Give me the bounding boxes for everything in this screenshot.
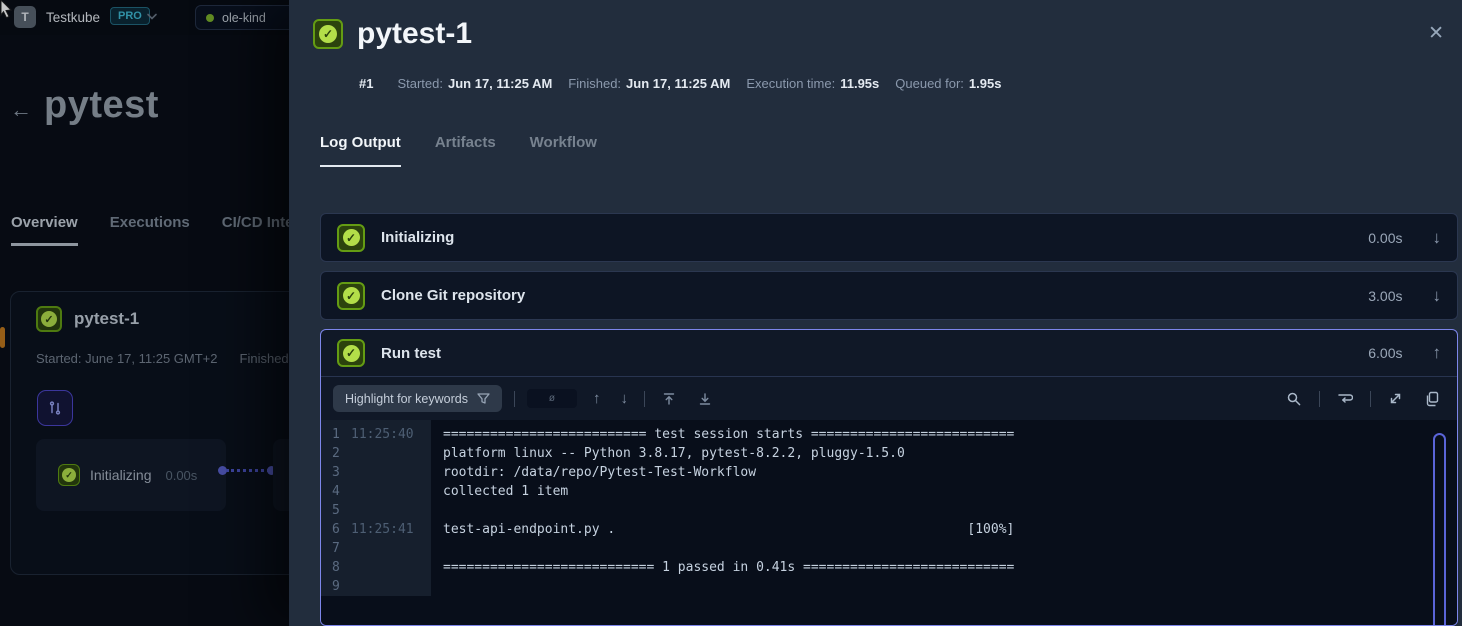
expand-arrow-icon[interactable]: ↓ [1433, 228, 1442, 248]
expand-arrow-icon[interactable]: ↓ [1433, 286, 1442, 306]
drawer-header: ✓ pytest-1 [313, 17, 472, 51]
tab-artifacts[interactable]: Artifacts [435, 134, 496, 167]
toolbar-divider [1319, 391, 1320, 407]
previous-match-button[interactable]: ↑ [589, 390, 605, 407]
scroll-to-bottom-icon [698, 392, 712, 406]
wrap-lines-button[interactable] [1332, 392, 1358, 406]
drawer-title: pytest-1 [357, 17, 472, 51]
close-icon[interactable]: ✕ [1428, 22, 1444, 45]
log-line: 3rootdir: /data/repo/Pytest-Test-Workflo… [321, 463, 1457, 482]
log-line: 4collected 1 item [321, 482, 1457, 501]
section-duration: 6.00s [1368, 345, 1402, 361]
card-started-text: Started: June 17, 11:25 GMT+2 [36, 351, 218, 366]
execution-card-meta: Started: June 17, 11:25 GMT+2 Finished: … [36, 351, 310, 366]
section-duration: 0.00s [1368, 230, 1402, 246]
log-toolbar: Highlight for keywords ø ↑ ↓ [321, 377, 1457, 420]
execution-drawer: ✓ pytest-1 ✕ #1 Started: Jun 17, 11:25 AM… [289, 0, 1462, 626]
finished-label: Finished: [568, 76, 621, 91]
section-duration: 3.00s [1368, 288, 1402, 304]
pro-badge: PRO [110, 7, 150, 25]
section-label: Initializing [381, 229, 1352, 246]
toolbar-divider [1370, 391, 1371, 407]
section-label: Run test [381, 345, 1352, 362]
log-line: 111:25:40========================== test… [321, 425, 1457, 444]
search-icon [1286, 391, 1302, 407]
tab-executions[interactable]: Executions [110, 214, 190, 246]
env-name: ole-kind [222, 11, 285, 25]
tab-overview[interactable]: Overview [11, 214, 78, 246]
passed-status-icon: ✓ [36, 306, 62, 332]
step-card-initializing[interactable]: ✓ Initializing 0.00s [36, 439, 226, 511]
expand-diagonal-icon [1388, 391, 1403, 406]
queued-for-label: Queued for: [895, 76, 964, 91]
env-status-dot-icon [206, 14, 214, 22]
log-line: 9 [321, 577, 1457, 596]
log-line: 611:25:41test-api-endpoint.py . [100%] [321, 520, 1457, 539]
section-initializing[interactable]: ✓ Initializing 0.00s ↓ [320, 213, 1458, 262]
execution-time-value: 11.95s [840, 76, 879, 91]
app-window: T Testkube PRO ole-kind ← pytest Overvie… [0, 0, 1462, 626]
page-title: pytest [44, 84, 159, 127]
step-label: Initializing [90, 467, 151, 483]
finished-value: Jun 17, 11:25 AM [626, 76, 730, 91]
started-value: Jun 17, 11:25 AM [448, 76, 552, 91]
testkube-logo: T [14, 6, 36, 28]
copy-logs-button[interactable] [1420, 391, 1445, 407]
scroll-to-top-icon [662, 392, 676, 406]
log-line: 2platform linux -- Python 3.8.17, pytest… [321, 444, 1457, 463]
highlight-keywords-button[interactable]: Highlight for keywords [333, 385, 502, 412]
step-duration: 0.00s [165, 468, 197, 483]
started-label: Started: [397, 76, 443, 91]
execution-card-header: ✓ pytest-1 [36, 306, 139, 332]
collapse-arrow-icon[interactable]: ↑ [1433, 343, 1442, 363]
search-match-count[interactable]: ø [527, 389, 577, 408]
log-line: 7 [321, 539, 1457, 558]
log-line: 5 [321, 501, 1457, 520]
scroll-to-top-button[interactable] [657, 392, 681, 406]
log-output-console[interactable]: 111:25:40========================== test… [321, 420, 1457, 626]
section-passed-icon: ✓ [337, 282, 365, 310]
section-run-test: ✓ Run test 6.00s ↑ Highlight for keyword… [320, 329, 1458, 626]
mouse-cursor-icon [0, 0, 16, 20]
toolbar-divider [644, 391, 645, 407]
wrap-text-icon [1337, 392, 1353, 406]
drawer-passed-status-icon: ✓ [313, 19, 343, 49]
section-label: Clone Git repository [381, 287, 1352, 304]
back-button[interactable]: ← [10, 97, 32, 123]
next-match-button[interactable]: ↓ [616, 390, 632, 407]
drawer-tabs: Log Output Artifacts Workflow [320, 134, 597, 167]
section-clone-git-repository[interactable]: ✓ Clone Git repository 3.00s ↓ [320, 271, 1458, 320]
git-compare-icon [47, 400, 63, 416]
workflow-steps-button[interactable] [37, 390, 73, 426]
brand-name: Testkube [46, 10, 100, 25]
tab-log-output[interactable]: Log Output [320, 134, 401, 167]
search-logs-button[interactable] [1281, 391, 1307, 407]
scroll-to-bottom-button[interactable] [693, 392, 717, 406]
queued-for-value: 1.95s [969, 76, 1002, 91]
fullscreen-button[interactable] [1383, 391, 1408, 406]
highlight-keywords-label: Highlight for keywords [345, 392, 468, 406]
run-number: #1 [359, 76, 373, 91]
execution-card-title: pytest-1 [74, 309, 139, 329]
log-lines: 111:25:40========================== test… [321, 420, 1457, 596]
copy-icon [1425, 391, 1440, 407]
step-connector [218, 463, 278, 479]
connector-dotted-line [226, 469, 270, 472]
org-chevron-down-icon[interactable] [146, 13, 158, 21]
log-line: 8=========================== 1 passed in… [321, 558, 1457, 577]
section-passed-icon: ✓ [337, 224, 365, 252]
tab-workflow[interactable]: Workflow [530, 134, 597, 167]
log-scrollbar-thumb[interactable] [1433, 433, 1446, 626]
step-passed-icon: ✓ [58, 464, 80, 486]
toolbar-divider [514, 391, 515, 407]
filter-funnel-icon [477, 393, 490, 405]
drawer-meta-row: #1 Started: Jun 17, 11:25 AM Finished: Jun… [359, 76, 1001, 91]
section-run-test-header[interactable]: ✓ Run test 6.00s ↑ [321, 330, 1457, 377]
execution-time-label: Execution time: [746, 76, 835, 91]
section-passed-icon: ✓ [337, 339, 365, 367]
orange-accent-marker [0, 327, 5, 348]
